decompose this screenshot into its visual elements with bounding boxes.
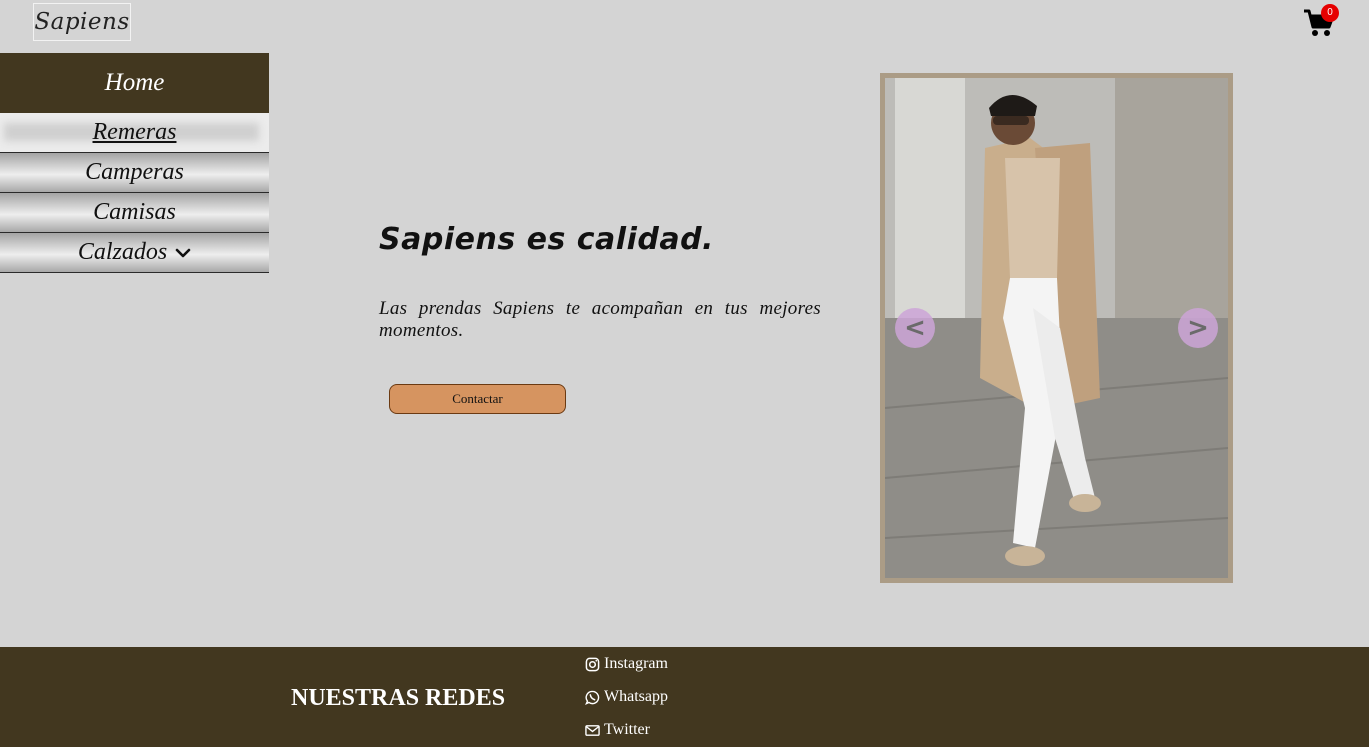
carousel-prev-button[interactable]: < (895, 308, 935, 348)
social-link-label: Twitter (604, 721, 650, 738)
whatsapp-link[interactable]: Whatsapp (585, 688, 668, 706)
sidebar-item-label: Camperas (85, 159, 184, 185)
sidebar-item-camperas[interactable]: Camperas (0, 153, 269, 193)
carousel-image (885, 78, 1228, 578)
image-carousel: < > (880, 73, 1233, 583)
carousel-next-button[interactable]: > (1178, 308, 1218, 348)
twitter-link[interactable]: Twitter (585, 721, 650, 739)
instagram-icon (585, 657, 600, 671)
footer: NUESTRAS REDES Instagram Whatsapp Twitte… (0, 647, 1369, 747)
envelope-icon (585, 724, 600, 736)
chevron-down-icon (175, 248, 191, 257)
sidebar-item-label: Home (104, 69, 165, 96)
hero-title: Sapiens es calidad. (379, 222, 714, 257)
sidebar-nav: Home Remeras Camperas Camisas Calzados (0, 53, 269, 273)
cart-count-badge: 0 (1321, 4, 1339, 22)
instagram-link[interactable]: Instagram (585, 655, 668, 673)
footer-title: NUESTRAS REDES (291, 685, 506, 711)
logo[interactable]: Sapiens (33, 3, 131, 41)
hero-description: Las prendas Sapiens te acompañan en tus … (379, 298, 821, 341)
model-photo (885, 78, 1228, 578)
sidebar-item-calzados[interactable]: Calzados (0, 233, 269, 273)
sidebar-item-camisas[interactable]: Camisas (0, 193, 269, 233)
social-link-label: Instagram (604, 655, 668, 672)
contact-button[interactable]: Contactar (389, 384, 566, 414)
sidebar-item-label: Remeras (92, 119, 177, 145)
whatsapp-icon (585, 690, 600, 705)
social-link-label: Whatsapp (604, 688, 668, 705)
sidebar-item-remeras[interactable]: Remeras (0, 113, 269, 153)
sidebar-item-home[interactable]: Home (0, 53, 269, 113)
sidebar-item-label: Calzados (77, 239, 168, 265)
sidebar-item-label: Camisas (93, 199, 176, 225)
